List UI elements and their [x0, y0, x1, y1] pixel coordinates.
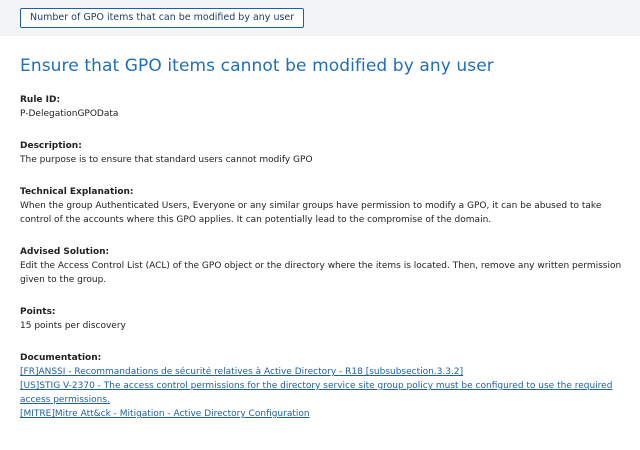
documentation-link-anssi[interactable]: [FR]ANSSI - Recommandations de sécurité …	[20, 365, 624, 379]
points-label: Points:	[20, 307, 56, 317]
documentation-section: Documentation: [FR]ANSSI - Recommandatio…	[20, 351, 624, 421]
documentation-label: Documentation:	[20, 353, 102, 363]
page-title: Ensure that GPO items cannot be modified…	[20, 56, 494, 76]
technical-explanation-label: Technical Explanation:	[20, 187, 134, 197]
rule-detail-panel: Ensure that GPO items cannot be modified…	[20, 36, 624, 421]
rule-id-section: Rule ID: P-DelegationGPOData	[20, 93, 624, 121]
top-bar: Number of GPO items that can be modified…	[0, 0, 640, 36]
description-label: Description:	[20, 141, 82, 151]
rule-id-value: P-DelegationGPOData	[20, 109, 119, 119]
documentation-link-stig[interactable]: [US]STIG V-2370 - The access control per…	[20, 379, 624, 407]
advised-solution-value: Edit the Access Control List (ACL) of th…	[20, 261, 622, 285]
advised-solution-section: Advised Solution: Edit the Access Contro…	[20, 245, 624, 287]
technical-explanation-section: Technical Explanation: When the group Au…	[20, 185, 624, 227]
description-value: The purpose is to ensure that standard u…	[20, 155, 313, 165]
advised-solution-label: Advised Solution:	[20, 247, 110, 257]
technical-explanation-value: When the group Authenticated Users, Ever…	[20, 201, 602, 225]
rule-category-button[interactable]: Number of GPO items that can be modified…	[20, 8, 305, 28]
points-value: 15 points per discovery	[20, 321, 126, 331]
points-section: Points: 15 points per discovery	[20, 305, 624, 333]
documentation-link-mitre[interactable]: [MITRE]Mitre Att&ck - Mitigation - Activ…	[20, 407, 624, 421]
description-section: Description: The purpose is to ensure th…	[20, 139, 624, 167]
rule-id-label: Rule ID:	[20, 95, 61, 105]
